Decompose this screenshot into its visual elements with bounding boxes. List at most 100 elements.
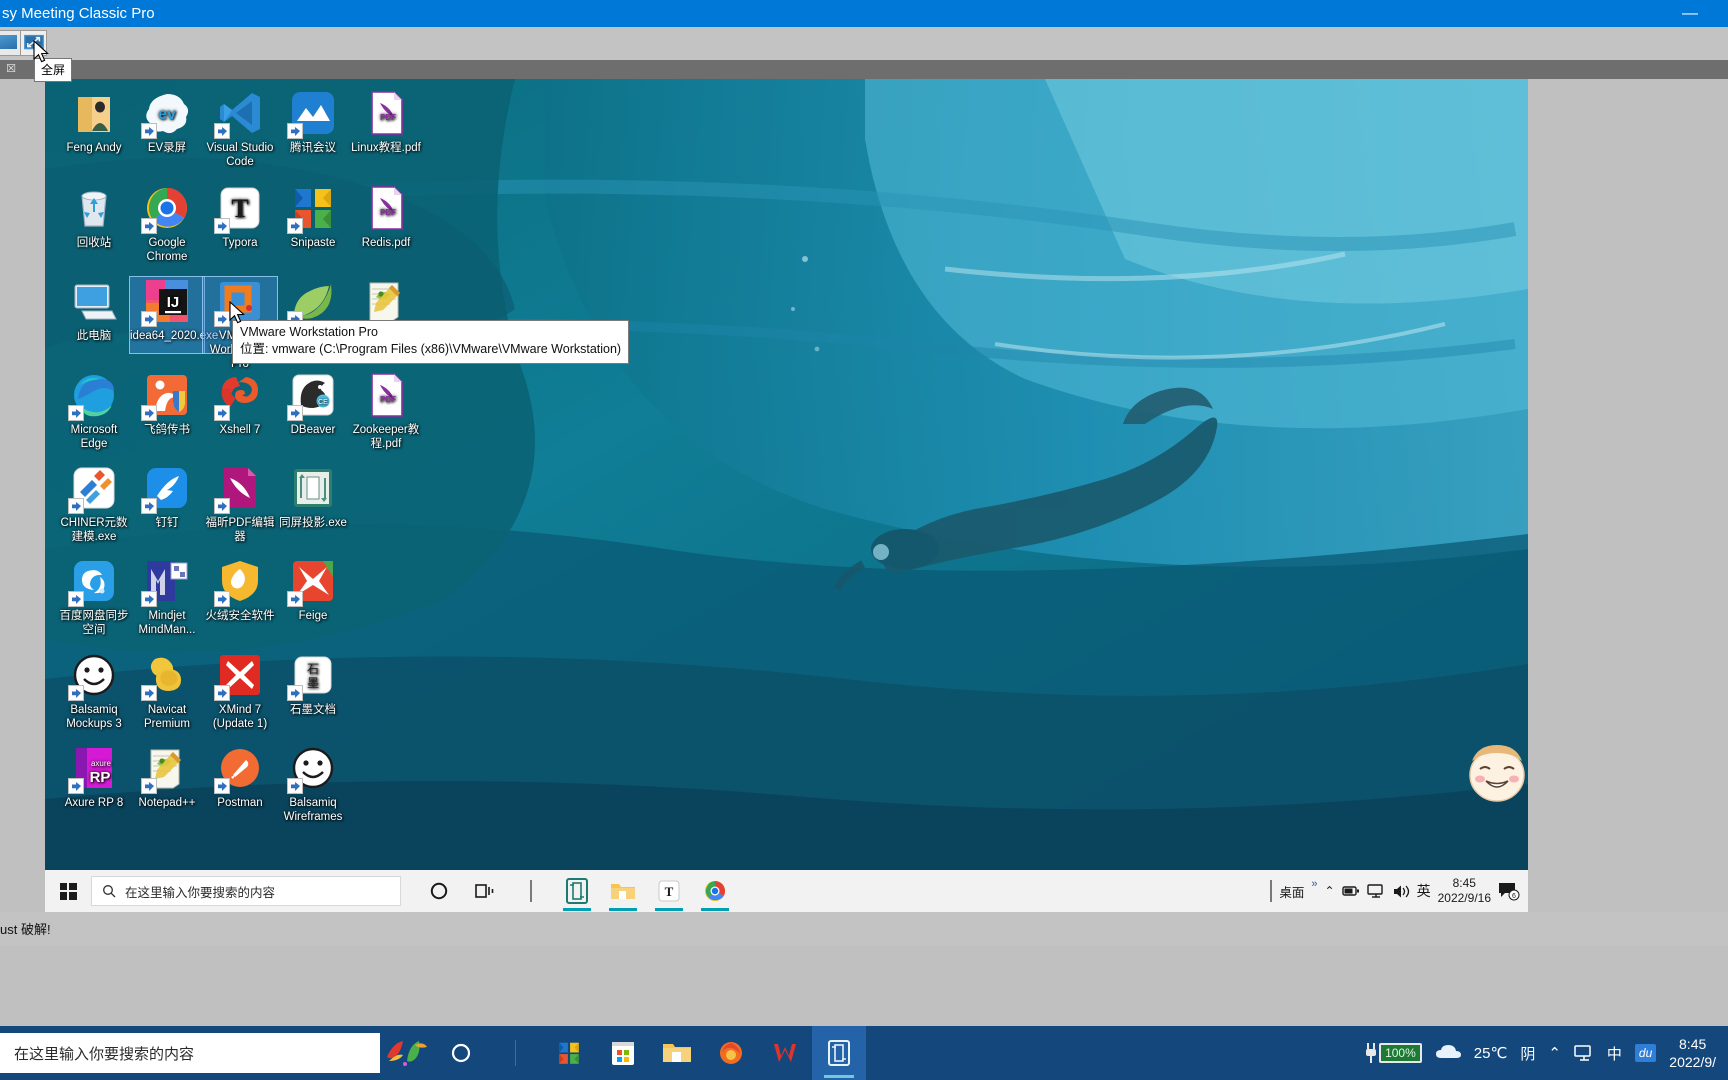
notification-center-icon[interactable]: 6 [1498, 881, 1520, 901]
desktop-icon-xshell[interactable]: Xshell 7 [203, 371, 277, 437]
desktop-icon-feng-andy[interactable]: Feng Andy [57, 89, 131, 155]
icon-label: XMind 7 (Update 1) [212, 704, 268, 730]
host-microsoft-store-icon[interactable] [596, 1026, 650, 1080]
taskbar-search-box[interactable]: 在这里输入你要搜索的内容 [91, 876, 401, 906]
tooltip-location: 位置: vmware (C:\Program Files (x86)\VMwar… [240, 342, 622, 356]
host-sticker-icon[interactable] [380, 1026, 434, 1080]
host-tray-chevron-up-icon[interactable]: ⌃ [1548, 1044, 1561, 1062]
host-file-explorer-icon[interactable] [650, 1026, 704, 1080]
host-vmware-icon[interactable] [812, 1026, 866, 1080]
desktop-icon-this-pc[interactable]: 此电脑 [57, 277, 131, 343]
desktop-icon-navicat[interactable]: Navicat Premium [130, 651, 204, 731]
host-vmware-glyph-icon [828, 1040, 850, 1066]
desktop-icon-typora[interactable]: T Typora [203, 184, 277, 250]
tray-overflow-icon[interactable]: » [1311, 878, 1317, 890]
desktop-icon-notepadpp[interactable]: Notepad++ [130, 744, 204, 810]
desktop-icon-edge[interactable]: Microsoft Edge [57, 371, 131, 451]
tray-chevron-up-icon[interactable]: ⌃ [1325, 884, 1335, 898]
host-snipaste-icon[interactable] [542, 1026, 596, 1080]
balsamiq-mockups-icon [68, 651, 118, 701]
dbeaver-icon: CE [287, 371, 337, 421]
desktop-icon-idea64[interactable]: IJ idea64_2020.exe [129, 276, 218, 354]
vmware-toolbar [0, 27, 1728, 60]
shortcut-overlay-icon [68, 498, 84, 514]
tray-ime-icon[interactable]: 英 [1417, 881, 1431, 901]
desktop-icon-balsamiq-mockups[interactable]: Balsamiq Mockups 3 [57, 651, 131, 731]
desktop-icon-shimo-docs[interactable]: 石 墨 石墨文档 [276, 651, 350, 717]
desktop-icon-ev-recorder[interactable]: ev EV录屏 [130, 89, 204, 155]
shortcut-overlay-icon [141, 498, 157, 514]
svg-text:ev: ev [158, 106, 176, 123]
desktop-icon-recycle-bin[interactable]: 回收站 [57, 184, 131, 250]
baidu-ime-icon[interactable]: du [1634, 1044, 1657, 1062]
svg-text:PDF: PDF [380, 208, 396, 217]
desktop-icon-zookeeper-pdf[interactable]: PDF Zookeeper教程.pdf [349, 371, 423, 451]
icon-label: Zookeeper教程.pdf [352, 424, 420, 450]
task-view-icon[interactable] [463, 870, 507, 912]
typora-icon: T [214, 184, 264, 234]
tooltip-title: VMware Workstation Pro [240, 325, 379, 339]
svg-text:axure: axure [91, 759, 112, 768]
desktop-icon-chiner[interactable]: CHINER元数建模.exe [57, 464, 131, 544]
pdf-icon: PDF [362, 371, 410, 419]
host-wps-icon[interactable] [758, 1026, 812, 1080]
desktop-icon-feige[interactable]: Feige [276, 557, 350, 623]
desktop-icon-linux-pdf[interactable]: PDF Linux教程.pdf [349, 89, 423, 155]
shortcut-overlay-icon [214, 778, 230, 794]
taskbar-clock[interactable]: 8:45 2022/9/16 [1438, 876, 1491, 906]
desktop-icon-feige-transfer[interactable]: 飞鸽传书 [130, 371, 204, 437]
desktop-icon-foxit-pdf[interactable]: 福昕PDF编辑器 [203, 464, 277, 544]
desktop-icon-screen-mirror[interactable]: 同屏投影.exe [276, 464, 350, 530]
host-ime-icon[interactable]: 中 [1607, 1043, 1622, 1064]
shortcut-overlay-icon [287, 778, 303, 794]
desktop-icon-dingtalk[interactable]: 钉钉 [130, 464, 204, 530]
desktop-icon-baidu-netdisk[interactable]: 百度网盘同步空间 [57, 557, 131, 637]
host-taskbar-separator [488, 1026, 542, 1080]
host-firefox-icon[interactable] [704, 1026, 758, 1080]
close-tab-icon[interactable]: ☒ [4, 62, 18, 76]
host-taskbar-clock[interactable]: 8:45 2022/9/ [1669, 1035, 1716, 1071]
tray-network-icon[interactable] [1366, 883, 1385, 899]
mouse-cursor-toolbar [33, 40, 49, 63]
taskbar-file-explorer-icon[interactable] [601, 870, 645, 912]
desktop-icon-xmind[interactable]: XMind 7 (Update 1) [203, 651, 277, 731]
desktop-icon-vscode[interactable]: Visual Studio Code [203, 89, 277, 169]
weather-cloud-icon[interactable] [1435, 1044, 1461, 1062]
tray-volume-icon[interactable] [1392, 884, 1410, 899]
taskbar-typora-icon[interactable]: T [647, 870, 691, 912]
desktop-mascot-widget[interactable] [1466, 739, 1528, 809]
icon-label: EV录屏 [147, 142, 187, 154]
shortcut-overlay-icon [287, 123, 303, 139]
desktop-icon-chrome[interactable]: Google Chrome [130, 184, 204, 264]
store-glyph-icon [612, 1042, 634, 1065]
host-search-box[interactable]: 在这里输入你要搜索的内容 [0, 1033, 380, 1073]
shortcut-overlay-icon [214, 123, 230, 139]
desktop-icon-tencent-meeting[interactable]: 腾讯会议 [276, 89, 350, 155]
taskbar-chrome-icon[interactable] [693, 870, 737, 912]
restore-window-button[interactable] [0, 30, 21, 56]
host-battery-indicator[interactable]: 100% [1363, 1041, 1422, 1065]
desktop-icon-dbeaver[interactable]: CE DBeaver [276, 371, 350, 437]
host-network-icon[interactable] [1574, 1044, 1594, 1062]
desktop-icon-redis-pdf[interactable]: PDF Redis.pdf [349, 184, 423, 250]
desktop-icon-huorong[interactable]: 火绒安全软件 [203, 557, 277, 623]
desktop-icon-balsamiq-wireframes[interactable]: Balsamiq Wireframes [276, 744, 350, 824]
host-cortana-icon[interactable] [434, 1026, 488, 1080]
cortana-icon[interactable] [417, 870, 461, 912]
desktop-icon-mindmanager[interactable]: Mindjet MindMan... [130, 557, 204, 637]
minimize-button[interactable]: — [1670, 0, 1710, 27]
cortana-ring-icon [430, 882, 448, 900]
start-button[interactable] [45, 870, 91, 912]
desktop-icon-snipaste[interactable]: Snipaste [276, 184, 350, 250]
desktop-icon-postman[interactable]: Postman [203, 744, 277, 810]
desktop-icon-axure[interactable]: axure RP Axure RP 8 [57, 744, 131, 810]
taskbar-separator [509, 870, 553, 912]
folder-user-icon [70, 89, 118, 137]
show-desktop-label[interactable]: 桌面 [1279, 882, 1304, 901]
task-view-glyph-icon [475, 884, 494, 898]
icon-label: Axure RP 8 [64, 797, 124, 809]
guest-screen: Feng Andy ev EV录屏 Visual Studio Code 腾讯会… [45, 79, 1528, 912]
svg-text:PDF: PDF [380, 113, 396, 122]
taskbar-screen-mirror-icon[interactable] [555, 870, 599, 912]
tray-battery-icon[interactable] [1341, 884, 1360, 898]
